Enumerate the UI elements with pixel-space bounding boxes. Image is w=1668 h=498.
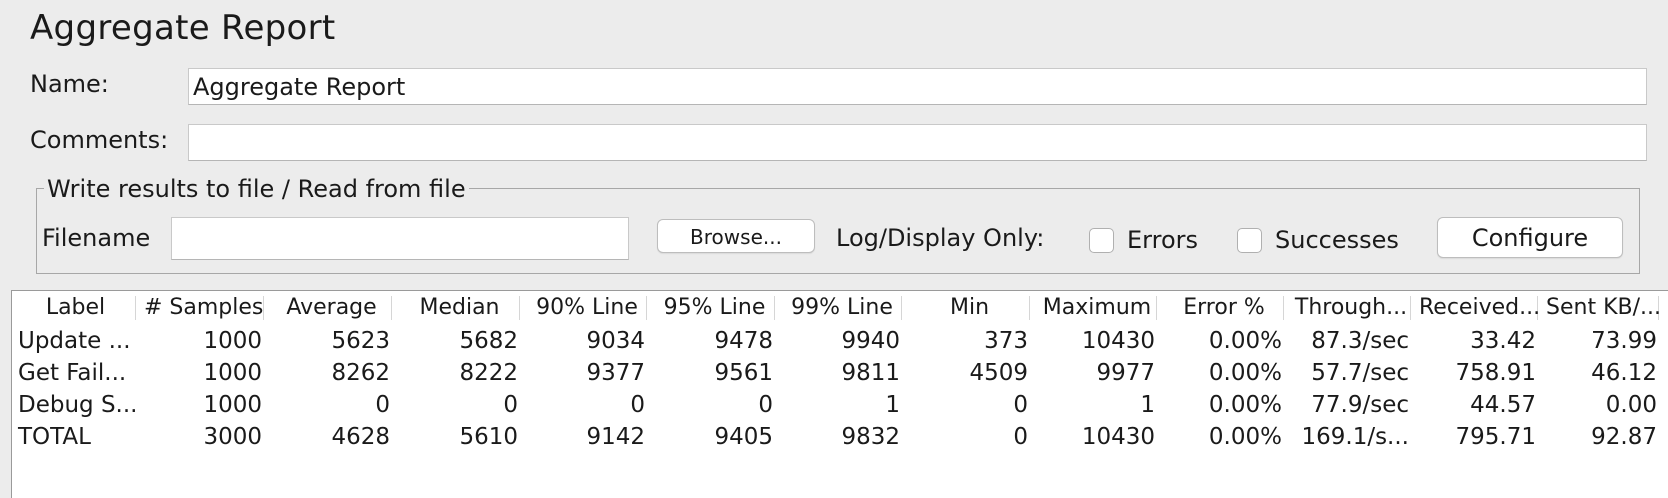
results-table: Label # Samples Average Median 90% Line … (12, 291, 1663, 453)
cell: 0.00% (1208, 328, 1282, 354)
log-display-label: Log/Display Only: (836, 224, 1045, 252)
header-90-line[interactable]: 90% Line (524, 291, 651, 325)
cell: 0 (1013, 392, 1028, 418)
header-average[interactable]: Average (268, 291, 396, 325)
cell: 0 (630, 392, 645, 418)
cell: 9478 (714, 328, 773, 354)
header-samples[interactable]: # Samples (140, 291, 268, 325)
cell: 1 (885, 392, 900, 418)
cell: 758.91 (1455, 360, 1536, 386)
cell: 10430 (1081, 424, 1155, 450)
header-received[interactable]: Received... (1415, 291, 1542, 325)
table-row[interactable]: Debug S... 1000 0 0 0 0 1 0 1 0.00% 77.9… (12, 389, 1663, 421)
file-section-legend: Write results to file / Read from file (44, 175, 469, 203)
successes-label: Successes (1275, 226, 1399, 254)
cell: 1000 (203, 328, 262, 354)
comments-input[interactable] (188, 124, 1647, 161)
cell: 373 (984, 328, 1028, 354)
header-throughput[interactable]: Through... (1288, 291, 1415, 325)
header-median[interactable]: Median (396, 291, 524, 325)
name-label: Name: (30, 70, 109, 98)
name-input[interactable] (188, 68, 1647, 105)
cell: 1000 (203, 360, 262, 386)
cell: 4509 (969, 360, 1028, 386)
cell: 9405 (714, 424, 773, 450)
cell: 9377 (586, 360, 645, 386)
successes-checkbox[interactable] (1237, 228, 1262, 253)
table-header-row: Label # Samples Average Median 90% Line … (12, 291, 1663, 325)
cell: 57.7/sec (1311, 360, 1409, 386)
header-95-line[interactable]: 95% Line (651, 291, 779, 325)
cell: Debug S... (18, 392, 138, 418)
cell: 5610 (459, 424, 518, 450)
cell: 9940 (841, 328, 900, 354)
cell: TOTAL (18, 424, 91, 450)
cell: 46.12 (1591, 360, 1657, 386)
header-min[interactable]: Min (906, 291, 1034, 325)
cell: 795.71 (1455, 424, 1536, 450)
filename-label: Filename (42, 224, 151, 252)
cell: 4628 (331, 424, 390, 450)
filename-input[interactable] (171, 217, 629, 260)
cell: 8262 (331, 360, 390, 386)
cell: 0.00 (1605, 392, 1657, 418)
cell: 3000 (203, 424, 262, 450)
errors-checkbox[interactable] (1089, 228, 1114, 253)
cell: 0 (375, 392, 390, 418)
header-99-line[interactable]: 99% Line (779, 291, 906, 325)
cell: 9034 (586, 328, 645, 354)
table-row[interactable]: Update ... 1000 5623 5682 9034 9478 9940… (12, 325, 1663, 357)
cell: 87.3/sec (1311, 328, 1409, 354)
cell: 33.42 (1470, 328, 1536, 354)
cell: 9977 (1096, 360, 1155, 386)
header-sent[interactable]: Sent KB/... (1542, 291, 1663, 325)
cell: 0 (758, 392, 773, 418)
configure-button[interactable]: Configure (1437, 217, 1623, 258)
browse-button[interactable]: Browse... (657, 219, 815, 253)
cell: 9811 (841, 360, 900, 386)
table-row-total[interactable]: TOTAL 3000 4628 5610 9142 9405 9832 0 10… (12, 421, 1663, 453)
cell: 0.00% (1208, 392, 1282, 418)
cell: 0.00% (1208, 360, 1282, 386)
cell: 5682 (459, 328, 518, 354)
cell: 9561 (714, 360, 773, 386)
panel-title: Aggregate Report (30, 8, 336, 48)
errors-label: Errors (1127, 226, 1199, 254)
cell: 8222 (459, 360, 518, 386)
header-maximum[interactable]: Maximum (1034, 291, 1161, 325)
header-error-pct[interactable]: Error % (1161, 291, 1288, 325)
cell: 0 (1013, 424, 1028, 450)
comments-label: Comments: (30, 126, 169, 154)
cell: 0 (503, 392, 518, 418)
cell: Update ... (18, 328, 131, 354)
cell: 0.00% (1208, 424, 1282, 450)
header-label[interactable]: Label (12, 291, 140, 325)
cell: 73.99 (1591, 328, 1657, 354)
results-table-container[interactable]: Label # Samples Average Median 90% Line … (11, 290, 1668, 498)
cell: 9832 (841, 424, 900, 450)
cell: 92.87 (1591, 424, 1657, 450)
cell: 169.1/s... (1301, 424, 1409, 450)
cell: 10430 (1081, 328, 1155, 354)
cell: 1 (1140, 392, 1155, 418)
cell: Get Fail... (18, 360, 127, 386)
cell: 9142 (586, 424, 645, 450)
cell: 44.57 (1470, 392, 1536, 418)
table-row[interactable]: Get Fail... 1000 8262 8222 9377 9561 981… (12, 357, 1663, 389)
cell: 5623 (331, 328, 390, 354)
cell: 77.9/sec (1311, 392, 1409, 418)
cell: 1000 (203, 392, 262, 418)
